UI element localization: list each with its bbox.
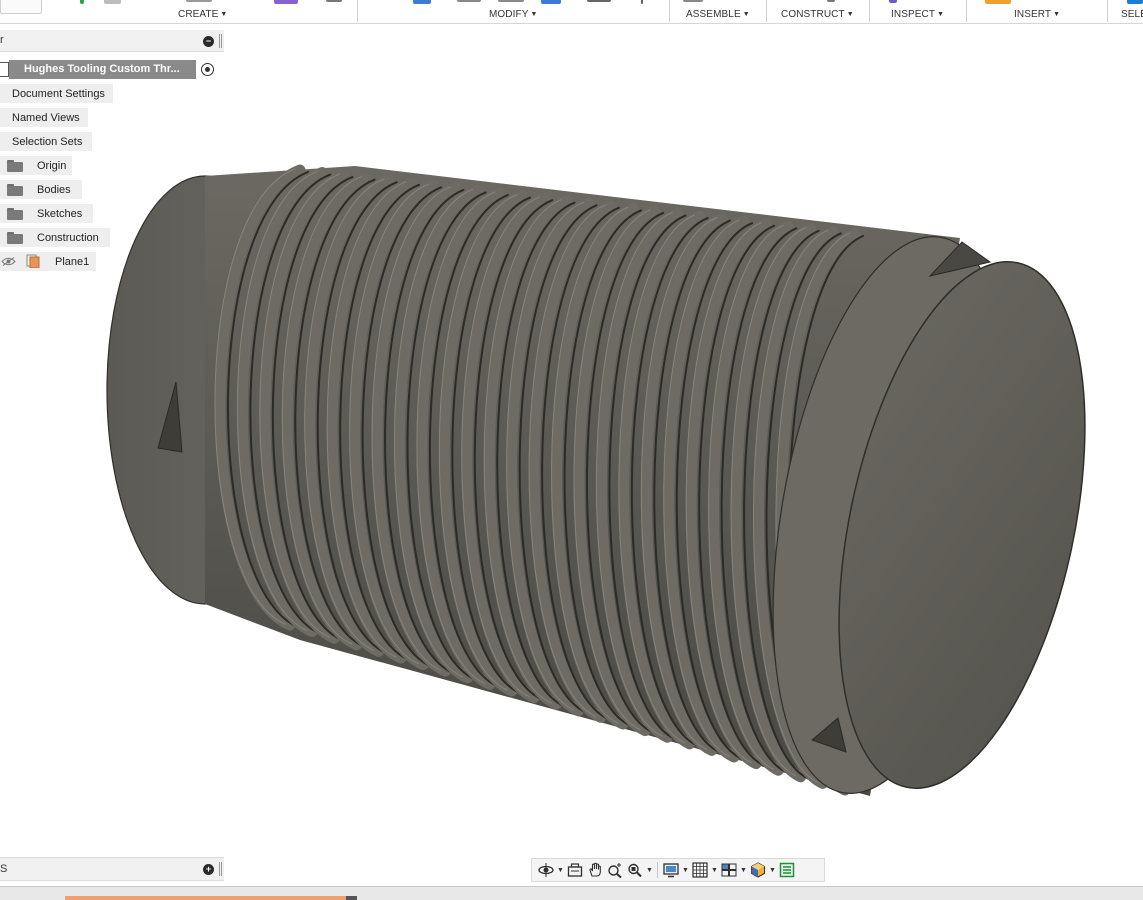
folder-icon: [7, 231, 23, 244]
add-comment-icon[interactable]: +: [203, 864, 214, 875]
browser-item-named-views[interactable]: Named Views: [0, 108, 88, 127]
collapse-icon[interactable]: −: [203, 36, 214, 47]
navbar-separator: [657, 862, 658, 878]
select-menu[interactable]: SELE: [1112, 0, 1143, 24]
inspect-menu[interactable]: INSPECT ▼: [882, 0, 952, 24]
timeline-toggle-icon[interactable]: [777, 860, 797, 880]
toolbar-separator: [869, 0, 870, 22]
browser-item-plane1[interactable]: Plane1: [0, 252, 96, 271]
toolbar-icon-stub: [457, 0, 481, 2]
toolbar-separator: [357, 0, 358, 22]
chevron-down-icon[interactable]: ▼: [768, 867, 777, 874]
toolbar-icon-stub: [80, 0, 84, 4]
construct-label: CONSTRUCT: [781, 9, 845, 20]
chevron-down-icon[interactable]: ▼: [681, 867, 690, 874]
root-component-label: Hughes Tooling Custom Thr...: [24, 63, 180, 75]
assemble-menu[interactable]: ASSEMBLE ▼: [678, 0, 764, 24]
chevron-down-icon: ▼: [220, 11, 228, 18]
toolbar-icon-stub: [326, 0, 342, 2]
visibility-eye-icon[interactable]: [1, 257, 16, 266]
pan-icon[interactable]: [585, 860, 605, 880]
chevron-down-icon: ▼: [530, 11, 538, 18]
chevron-down-icon[interactable]: ▼: [739, 867, 748, 874]
chevron-down-icon: ▼: [937, 11, 945, 18]
browser-item-label: Origin: [37, 159, 67, 172]
browser-item-label: Plane1: [55, 255, 90, 268]
browser-item-label: Document Settings: [12, 87, 105, 100]
activate-radio-icon[interactable]: [201, 63, 214, 76]
toolbar-separator: [966, 0, 967, 22]
browser-item-label: Bodies: [37, 183, 71, 196]
chevron-down-icon: ▼: [846, 11, 854, 18]
look-at-icon[interactable]: [565, 860, 585, 880]
comments-title: S: [0, 863, 8, 875]
folder-icon: [7, 159, 23, 172]
display-settings-icon[interactable]: [661, 860, 681, 880]
comments-panel-header[interactable]: S +: [0, 857, 224, 881]
browser-root-component[interactable]: Hughes Tooling Custom Thr...: [0, 60, 220, 79]
browser-item-construction[interactable]: Construction: [0, 228, 110, 247]
construct-menu[interactable]: CONSTRUCT ▼: [772, 0, 862, 24]
browser-item-bodies[interactable]: Bodies: [0, 180, 82, 199]
environment-icon[interactable]: [748, 860, 768, 880]
create-menu[interactable]: CREATE ▼: [170, 0, 240, 24]
select-label: SELE: [1121, 9, 1143, 20]
grid-icon[interactable]: [690, 860, 710, 880]
browser-panel-header[interactable]: r −: [0, 30, 224, 52]
timeline-bar[interactable]: [0, 886, 1143, 900]
insert-label: INSERT: [1014, 9, 1052, 20]
chevron-down-icon: ▼: [1053, 11, 1061, 18]
insert-menu[interactable]: INSERT ▼: [1005, 0, 1075, 24]
browser-title: r: [0, 34, 4, 46]
orbit-icon[interactable]: [536, 860, 556, 880]
main-toolbar: CREATE ▼ MODIFY ▼ ASSEMBLE ▼ CONSTRUCT ▼ INS…: [0, 0, 1143, 24]
browser-item-label: Selection Sets: [12, 135, 83, 148]
browser-item-label: Construction: [37, 231, 99, 244]
viewports-icon[interactable]: [719, 860, 739, 880]
toolbar-separator: [1107, 0, 1108, 22]
browser-item-selection-sets[interactable]: Selection Sets: [0, 132, 92, 151]
chevron-down-icon[interactable]: ▼: [556, 867, 565, 874]
chevron-down-icon[interactable]: ▼: [710, 867, 719, 874]
assemble-label: ASSEMBLE: [686, 9, 741, 20]
folder-icon: [7, 183, 23, 196]
viewport-canvas[interactable]: [0, 25, 1143, 885]
toolbar-icon-stub: [0, 0, 42, 14]
inspect-label: INSPECT: [891, 9, 936, 20]
panel-grip-icon[interactable]: [219, 34, 222, 48]
toolbar-icon-stub: [641, 0, 643, 4]
toolbar-icon-stub: [587, 0, 611, 2]
toolbar-icon-stub: [413, 0, 431, 4]
document-icon: [0, 62, 9, 77]
panel-grip-icon[interactable]: [219, 862, 222, 876]
timeline-feature-marker[interactable]: [65, 896, 348, 900]
toolbar-icon-stub: [104, 0, 121, 4]
modify-label: MODIFY: [489, 9, 529, 20]
chevron-down-icon[interactable]: ▼: [645, 867, 654, 874]
browser-item-sketches[interactable]: Sketches: [0, 204, 93, 223]
folder-icon: [7, 207, 23, 220]
browser-item-label: Named Views: [12, 111, 80, 124]
toolbar-separator: [766, 0, 767, 22]
timeline-playhead[interactable]: [346, 896, 357, 900]
browser-item-origin[interactable]: Origin: [0, 156, 72, 175]
create-label: CREATE: [178, 9, 219, 20]
navigation-bar: ▼ ▼ ▼ ▼ ▼ ▼: [531, 858, 825, 882]
modify-menu[interactable]: MODIFY ▼: [480, 0, 550, 24]
chevron-down-icon: ▼: [742, 11, 750, 18]
browser-item-document-settings[interactable]: Document Settings: [0, 84, 113, 103]
construction-plane-icon: [26, 254, 40, 268]
threaded-part-model: [106, 164, 1086, 796]
browser-item-label: Sketches: [37, 207, 83, 220]
toolbar-separator: [669, 0, 670, 22]
zoom-icon[interactable]: [605, 860, 625, 880]
toolbar-icon-stub: [274, 0, 298, 4]
fit-icon[interactable]: [625, 860, 645, 880]
